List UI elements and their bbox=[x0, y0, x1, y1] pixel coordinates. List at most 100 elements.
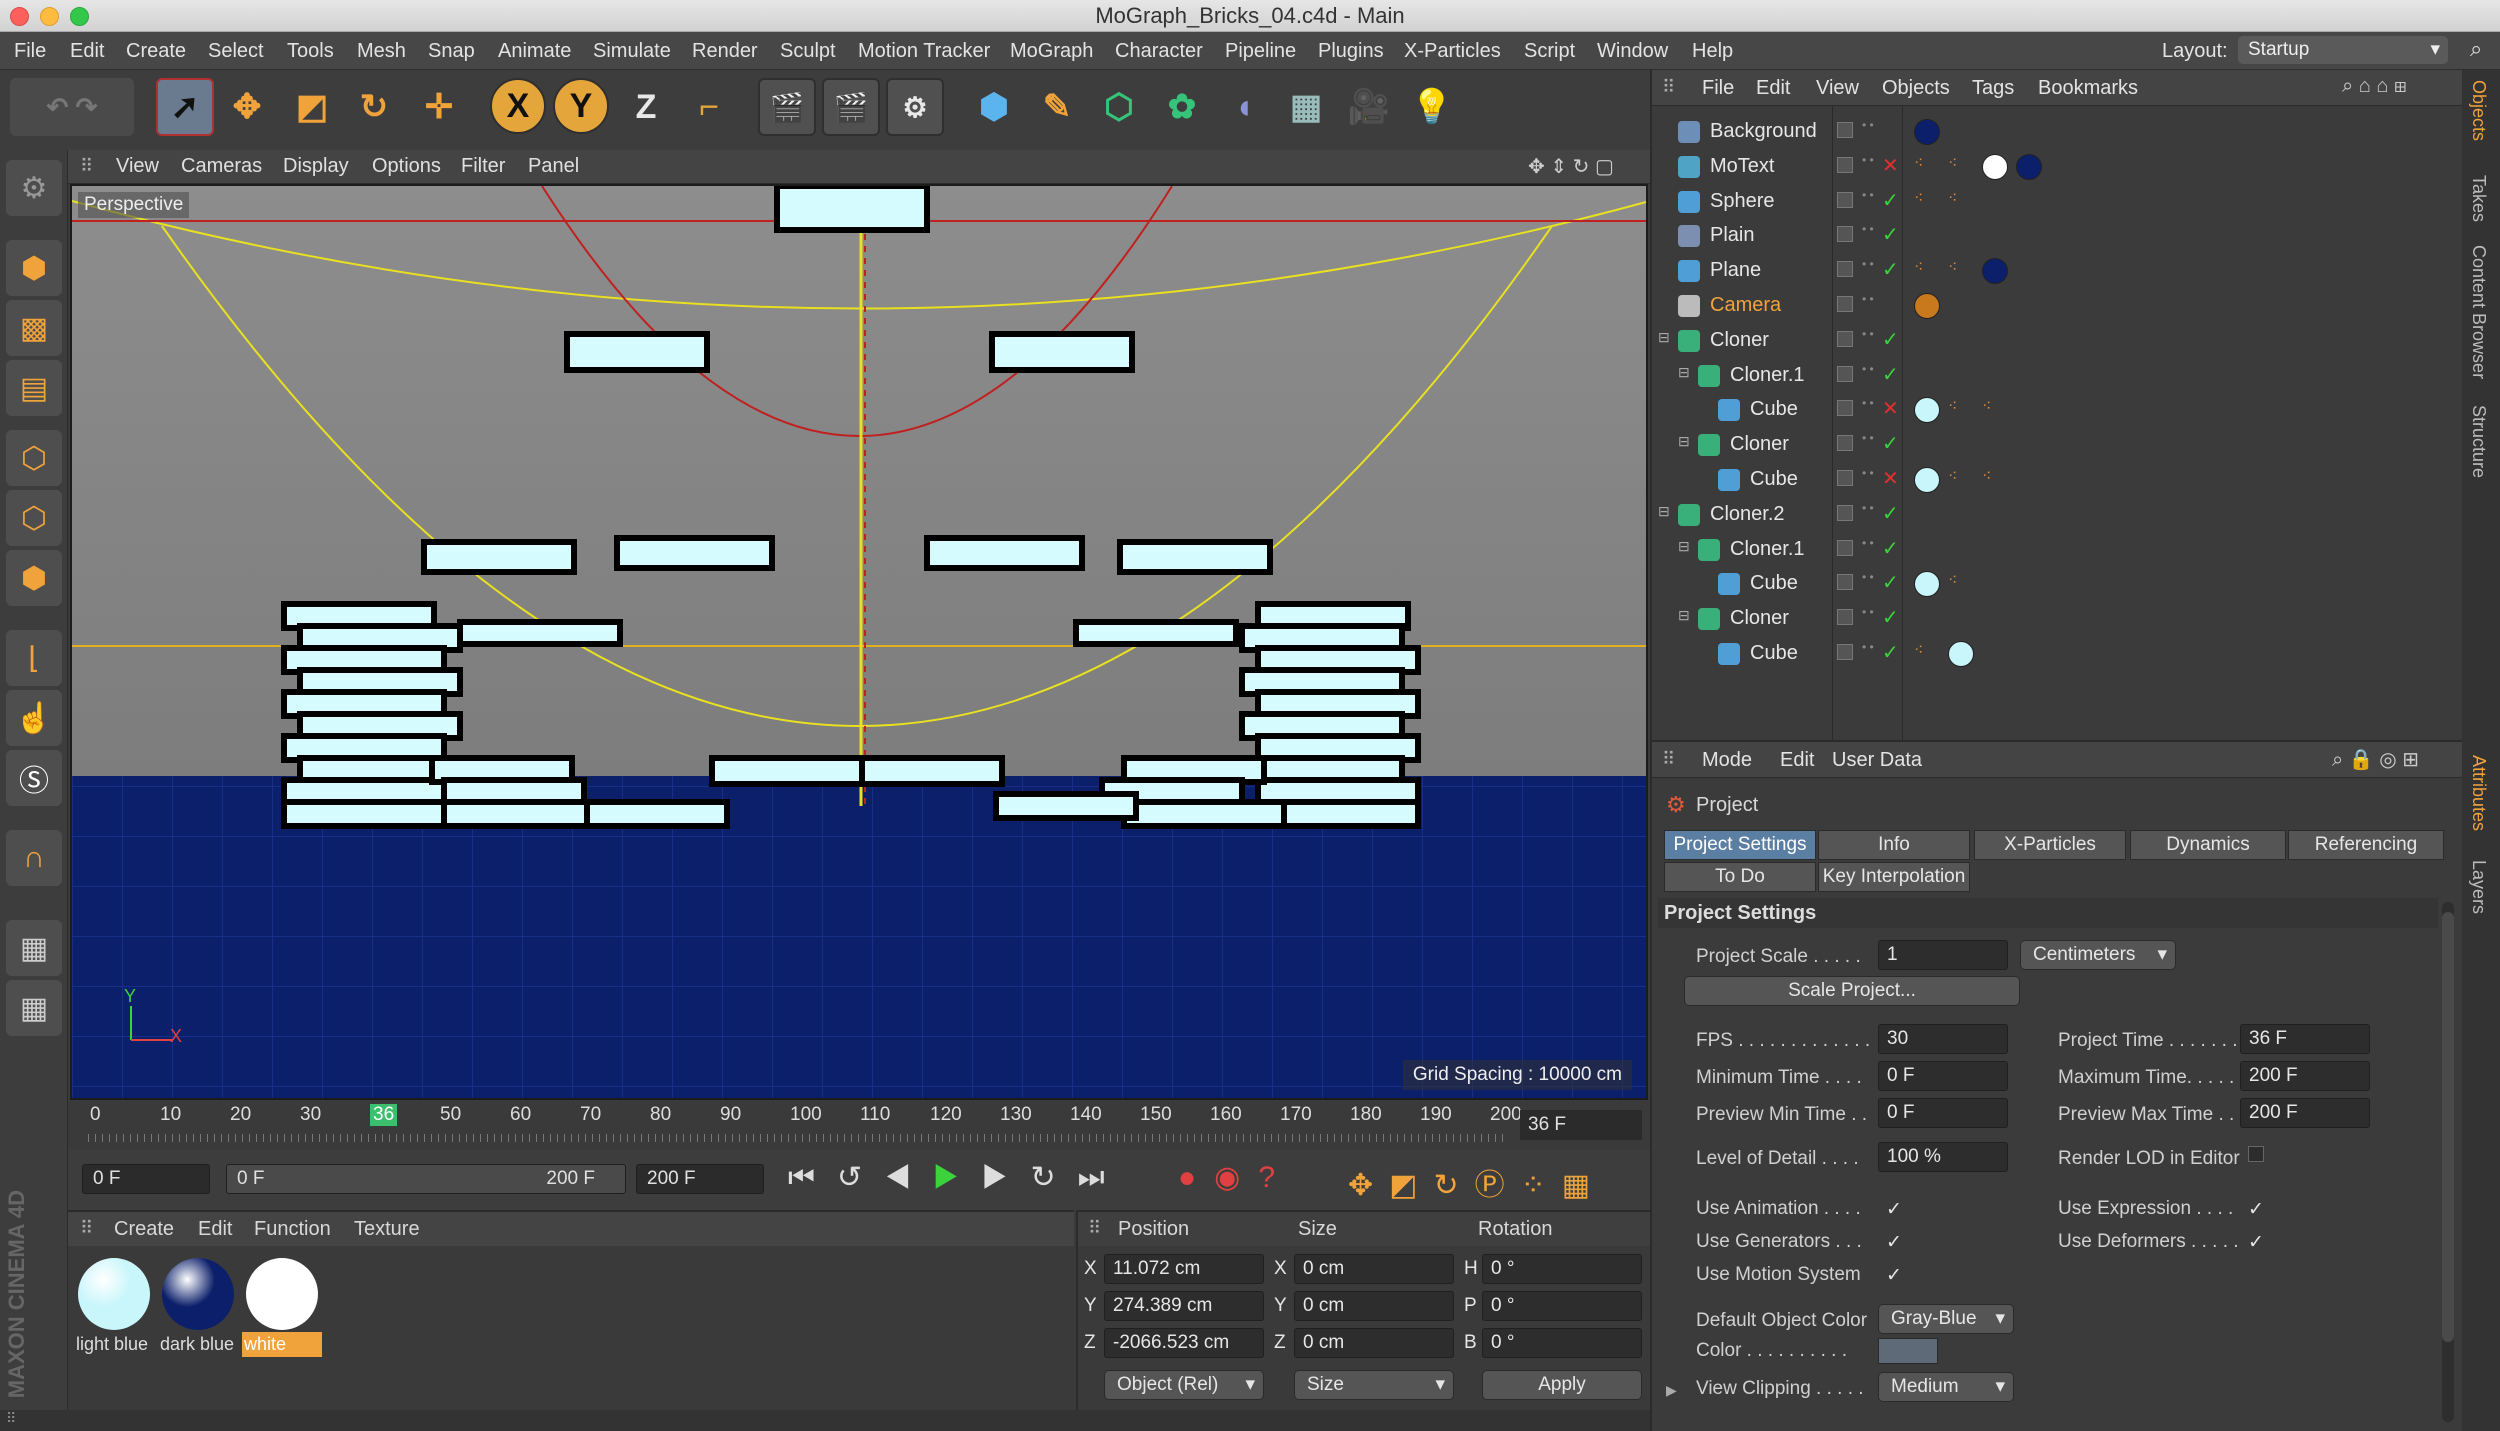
tag-icon[interactable]: ⁖ bbox=[1948, 466, 1957, 486]
material-swatch[interactable]: dark blue bbox=[158, 1256, 238, 1366]
objects-menu-tags[interactable]: Tags bbox=[1972, 77, 2014, 100]
camera-object-icon[interactable]: 🎥 bbox=[1340, 78, 1398, 136]
layer-toggle[interactable] bbox=[1837, 122, 1853, 138]
attr-menu-user-data[interactable]: User Data bbox=[1832, 749, 1922, 772]
enabled-check-icon[interactable]: ✓ bbox=[1882, 257, 1899, 282]
attr-scrollbar[interactable] bbox=[2442, 902, 2454, 1422]
object-row[interactable]: Plane • • ✓ ⁖ ⁖ bbox=[1652, 253, 2462, 288]
field-input[interactable]: 200 F bbox=[2240, 1098, 2370, 1128]
move-tool[interactable]: ✥ bbox=[218, 78, 276, 136]
points-mode-icon[interactable]: ⬡ bbox=[6, 430, 62, 486]
polygons-mode-icon[interactable]: ⬢ bbox=[6, 550, 62, 606]
flag-checkbox[interactable]: ✓ bbox=[1886, 1231, 1902, 1254]
menu-help[interactable]: Help bbox=[1692, 40, 1733, 63]
menu-x-particles[interactable]: X-Particles bbox=[1404, 40, 1501, 63]
axis-mode-icon[interactable]: ⌊ bbox=[6, 630, 62, 686]
tab-key-interpolation[interactable]: Key Interpolation bbox=[1818, 862, 1970, 892]
object-name[interactable]: Cube bbox=[1750, 642, 1798, 665]
menu-motion-tracker[interactable]: Motion Tracker bbox=[858, 40, 990, 63]
object-row[interactable]: MoText • • ✕ ⁖ ⁖ bbox=[1652, 149, 2462, 184]
panel-grip-icon[interactable]: ⠿ bbox=[1088, 1218, 1101, 1239]
visibility-dots[interactable]: • • bbox=[1862, 641, 1874, 653]
playback-controls[interactable]: ⏮↺◀▶▶↻⏭ bbox=[788, 1160, 1127, 1195]
sidetab-layers[interactable]: Layers bbox=[2468, 860, 2489, 914]
object-name[interactable]: Plain bbox=[1710, 224, 1754, 247]
object-name[interactable]: Cube bbox=[1750, 468, 1798, 491]
floor-object-icon[interactable]: ▦ bbox=[1277, 78, 1335, 136]
tab-referencing[interactable]: Referencing bbox=[2288, 830, 2444, 860]
attr-nav-icons[interactable]: ⌕ 🔒 ◎ ⊞ bbox=[2332, 747, 2419, 772]
visibility-dots[interactable]: • • bbox=[1862, 432, 1874, 444]
objects-menu-bookmarks[interactable]: Bookmarks bbox=[2038, 77, 2138, 100]
tree-expand-icon[interactable]: ⊟ bbox=[1678, 433, 1690, 450]
planar-workplane-icon[interactable]: ▦ bbox=[6, 980, 62, 1036]
field-input[interactable]: 30 bbox=[1878, 1024, 2008, 1054]
material-swatch[interactable]: white bbox=[242, 1256, 322, 1366]
next-frame-icon[interactable]: ▶ bbox=[982, 1161, 1031, 1194]
object-name[interactable]: Plane bbox=[1710, 259, 1761, 282]
layer-toggle[interactable] bbox=[1837, 400, 1853, 417]
menu-edit[interactable]: Edit bbox=[70, 40, 104, 63]
objects-search-icon[interactable]: ⌕ ⌂ ⌂ ⊞ bbox=[2342, 75, 2407, 98]
menu-select[interactable]: Select bbox=[208, 40, 264, 63]
material-tag-icon[interactable] bbox=[1914, 467, 1940, 493]
tab-dynamics[interactable]: Dynamics bbox=[2130, 830, 2286, 860]
current-time-field[interactable]: 0 F bbox=[82, 1164, 210, 1194]
parameter-key-icon[interactable]: Ⓟ bbox=[1475, 1169, 1521, 1202]
panel-grip-icon[interactable]: ⠿ bbox=[80, 156, 93, 177]
scale-project-button[interactable]: Scale Project... bbox=[1684, 976, 2020, 1006]
menu-tools[interactable]: Tools bbox=[287, 40, 334, 63]
tag-icon[interactable]: ⁖ bbox=[1914, 188, 1923, 208]
object-row[interactable]: Cube • • ✓ ⁖ bbox=[1652, 566, 2462, 601]
make-editable-icon[interactable]: ⚙ bbox=[6, 160, 62, 216]
object-name[interactable]: MoText bbox=[1710, 155, 1774, 178]
scale-key-icon[interactable]: ◩ bbox=[1389, 1169, 1433, 1202]
object-row[interactable]: ⊟ Cloner.1 • • ✓ bbox=[1652, 358, 2462, 393]
panel-grip-icon[interactable]: ⠿ bbox=[1662, 77, 1675, 98]
perspective-viewport[interactable]: Perspective Grid Spacing : 10000 cm Y X bbox=[70, 184, 1648, 1100]
material-swatch[interactable]: light blue bbox=[74, 1256, 154, 1366]
material-menu-texture[interactable]: Texture bbox=[354, 1218, 420, 1241]
tab-project-settings[interactable]: Project Settings bbox=[1664, 830, 1816, 860]
current-frame-field[interactable]: 36 F bbox=[1520, 1110, 1642, 1140]
panel-grip-icon[interactable]: ⠿ bbox=[1662, 749, 1675, 770]
deformer-icon[interactable]: ◖ bbox=[1215, 78, 1273, 136]
render-lod-checkbox[interactable] bbox=[2248, 1146, 2264, 1162]
coord-mode-dropdown[interactable]: Object (Rel) ▾ bbox=[1104, 1370, 1264, 1400]
model-mode-icon[interactable]: ⬢ bbox=[6, 240, 62, 296]
solo-mode-icon[interactable]: Ⓢ bbox=[6, 750, 62, 806]
close-window-button[interactable] bbox=[10, 7, 29, 26]
object-name[interactable]: Cube bbox=[1750, 398, 1798, 421]
light-object-icon[interactable]: 💡 bbox=[1403, 78, 1461, 136]
object-name[interactable]: Cube bbox=[1750, 572, 1798, 595]
object-row[interactable]: Background • • bbox=[1652, 114, 2462, 149]
material-tag-icon[interactable] bbox=[1948, 641, 1974, 667]
menu-simulate[interactable]: Simulate bbox=[593, 40, 671, 63]
object-row[interactable]: Plain • • ✓ bbox=[1652, 218, 2462, 253]
enabled-check-icon[interactable]: ✓ bbox=[1882, 570, 1899, 595]
subdivision-generator-icon[interactable]: ⬡ bbox=[1090, 78, 1148, 136]
menu-mesh[interactable]: Mesh bbox=[357, 40, 406, 63]
tag-icon[interactable]: ⁖ bbox=[1982, 466, 1991, 486]
menu-sculpt[interactable]: Sculpt bbox=[780, 40, 836, 63]
size-input[interactable]: 0 cm bbox=[1294, 1254, 1454, 1284]
position-input[interactable]: 274.389 cm bbox=[1104, 1291, 1264, 1321]
viewport-menu-view[interactable]: View bbox=[116, 155, 159, 178]
menu-animate[interactable]: Animate bbox=[498, 40, 571, 63]
flag-checkbox[interactable]: ✓ bbox=[1886, 1198, 1902, 1221]
material-tag-icon[interactable] bbox=[2016, 153, 2042, 180]
tag-icon[interactable]: ⁖ bbox=[1914, 153, 1923, 173]
view-clipping-dropdown[interactable]: Medium ▾ bbox=[1878, 1372, 2014, 1402]
tree-expand-icon[interactable]: ⊟ bbox=[1678, 607, 1690, 624]
sidetab-structure[interactable]: Structure bbox=[2468, 405, 2489, 478]
search-icon[interactable]: ⌕ bbox=[2470, 36, 2482, 62]
menu-snap[interactable]: Snap bbox=[428, 40, 475, 63]
viewport-menu-cameras[interactable]: Cameras bbox=[181, 155, 262, 178]
object-row[interactable]: ⊟ Cloner • • ✓ bbox=[1652, 323, 2462, 358]
layer-toggle[interactable] bbox=[1837, 644, 1853, 660]
object-row[interactable]: Camera • • bbox=[1652, 288, 2462, 323]
tree-expand-icon[interactable]: ⊟ bbox=[1658, 503, 1670, 520]
coordinate-system-icon[interactable]: ⌐ bbox=[680, 78, 738, 136]
enabled-check-icon[interactable]: ✓ bbox=[1882, 327, 1899, 352]
rotation-input[interactable]: 0 ° bbox=[1482, 1254, 1642, 1284]
